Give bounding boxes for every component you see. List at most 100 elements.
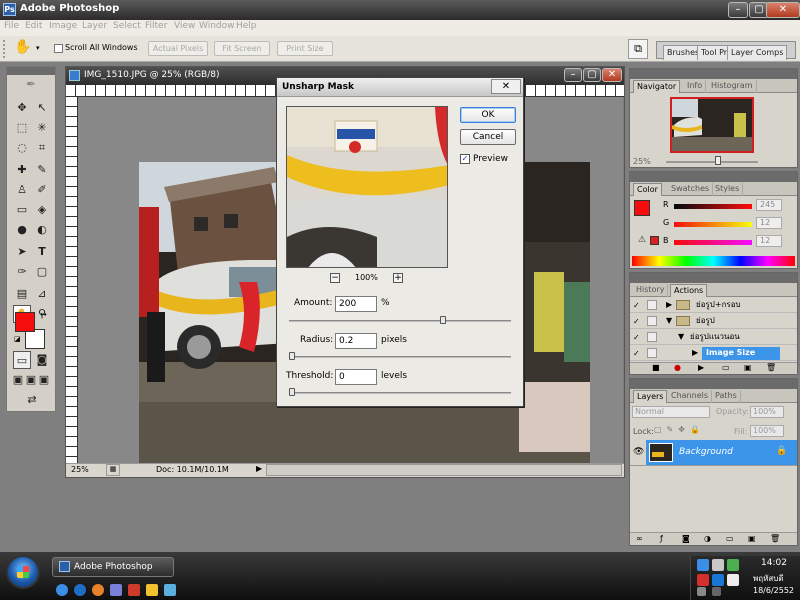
b-input[interactable]: 12 [756,235,782,247]
menu-select[interactable]: Select [113,21,141,31]
tray-extra-icon[interactable] [697,587,706,596]
tab-navigator[interactable]: Navigator [633,80,681,93]
quick-launch-ie-icon[interactable] [56,584,68,596]
action-check-icon[interactable]: ✓ [633,333,642,342]
horizontal-scrollbar[interactable] [266,464,622,476]
layer-row[interactable]: 👁 Background 🔒 [630,440,797,466]
filter-preview[interactable] [286,106,448,268]
layer-name[interactable]: Background [679,447,733,457]
radius-slider-track[interactable] [289,356,511,358]
gamut-color-swatch[interactable] [650,236,659,245]
quick-launch-media-icon[interactable] [128,584,140,596]
doc-close-button[interactable]: ✕ [602,68,622,82]
fill-input[interactable]: 100% [750,425,784,437]
doc-maximize-button[interactable]: ▢ [583,68,601,82]
stop-icon[interactable]: ■ [652,363,660,372]
menu-image[interactable]: Image [49,21,77,31]
navigator-zoom-slider[interactable] [666,161,758,163]
quick-launch-browser-icon[interactable] [74,584,86,596]
tab-color[interactable]: Color [633,183,662,196]
status-menu-icon[interactable]: ▦ [106,464,120,476]
quick-launch-firefox-icon[interactable] [92,584,104,596]
amount-slider-thumb[interactable] [440,316,447,324]
amount-input[interactable]: 200 [335,296,377,312]
background-color-swatch[interactable] [25,329,45,349]
tab-histogram[interactable]: Histogram [708,80,757,93]
quick-launch-app-icon[interactable] [164,584,176,596]
collapse-arrow-icon[interactable]: ▼ [666,314,672,328]
status-arrow-icon[interactable]: ▶ [256,464,262,473]
action-row[interactable]: ✓ ▶ ย่อรูป+กรอบ [630,298,797,313]
preview-checkbox[interactable]: ✓ [460,154,470,164]
layer-row-selected[interactable]: Background 🔒 [646,440,797,465]
radius-slider-thumb[interactable] [289,352,295,360]
threshold-slider-thumb[interactable] [289,388,295,396]
lasso-tool-icon[interactable]: ◌ [13,139,31,157]
screen-mode-3-icon[interactable]: ▣ [37,371,51,389]
swap-colors-icon[interactable]: ↔ [40,310,47,319]
action-dialog-toggle[interactable] [647,332,657,342]
doc-minimize-button[interactable]: – [564,68,582,82]
tab-paths[interactable]: Paths [712,390,741,403]
adjustment-layer-icon[interactable]: ◑ [704,534,711,543]
tab-actions[interactable]: Actions [670,284,708,297]
menu-view[interactable]: View [174,21,195,31]
opacity-input[interactable]: 100% [750,406,784,418]
tab-info[interactable]: Info [684,80,707,93]
b-slider[interactable] [674,240,752,245]
start-button[interactable] [6,555,40,589]
notes-tool-icon[interactable]: ▤ [13,285,31,303]
quick-launch-flash-icon[interactable] [146,584,158,596]
action-row[interactable]: ✓ ▶ Image Size [630,346,797,361]
tray-security-icon[interactable] [697,574,709,586]
blur-tool-icon[interactable]: ● [13,221,31,239]
tab-channels[interactable]: Channels [668,390,713,403]
menu-file[interactable]: File [4,21,19,31]
type-tool-icon[interactable]: T [33,243,51,261]
zoom-level[interactable]: 25% [71,465,89,474]
tray-app-icon[interactable] [727,559,739,571]
g-slider[interactable] [674,222,752,227]
tab-tool-presets[interactable]: Tool Pr [697,45,732,60]
close-button[interactable]: ✕ [766,2,800,18]
collapse-arrow-icon[interactable]: ▼ [678,330,684,344]
navigator-thumbnail[interactable] [670,97,754,153]
eraser-tool-icon[interactable]: ▭ [13,201,31,219]
gamut-warning-icon[interactable]: ⚠ [638,235,646,245]
tray-bluetooth-icon[interactable] [727,574,739,586]
radius-input[interactable]: 0.2 [335,333,377,349]
tab-history[interactable]: History [633,284,669,297]
jump-to-imageready-icon[interactable]: ⇄ [13,391,51,409]
g-input[interactable]: 12 [756,217,782,229]
threshold-slider-track[interactable] [289,392,511,394]
zoom-out-button[interactable]: − [330,273,340,283]
taskbar-photoshop-button[interactable]: Adobe Photoshop [52,557,174,577]
menu-edit[interactable]: Edit [25,21,42,31]
fit-screen-button[interactable]: Fit Screen [214,41,270,56]
menu-filter[interactable]: Filter [145,21,167,31]
navigator-zoom-thumb[interactable] [715,156,721,165]
actual-pixels-button[interactable]: Actual Pixels [148,41,208,56]
action-step-selected[interactable]: Image Size [702,347,780,360]
shape-tool-icon[interactable]: ▢ [33,263,51,281]
move-tool-icon[interactable]: ✥ [13,99,31,117]
r-input[interactable]: 245 [756,199,782,211]
foreground-color-swatch[interactable] [15,312,35,332]
r-slider[interactable] [674,204,752,209]
clock-time[interactable]: 14:02 [761,558,787,568]
eye-visibility-icon[interactable]: 👁 [633,447,644,457]
ok-button[interactable]: OK [460,107,516,123]
palette-well-icon[interactable]: ⧉ [628,39,648,59]
action-dialog-toggle[interactable] [647,316,657,326]
amount-slider-track[interactable] [289,320,511,322]
panel-header[interactable] [630,273,797,283]
action-check-icon[interactable]: ✓ [633,317,642,326]
tab-swatches[interactable]: Swatches [668,183,714,196]
dialog-title-bar[interactable]: Unsharp Mask ✕ [277,78,523,97]
minimize-button[interactable]: – [728,2,748,18]
default-colors-icon[interactable]: ◪ [14,335,21,343]
move-arrow-icon[interactable]: ↖ [33,99,51,117]
scroll-all-windows-checkbox[interactable] [54,44,63,53]
new-group-icon[interactable]: ▭ [726,534,734,543]
layer-style-icon[interactable]: ƒ [660,534,663,543]
